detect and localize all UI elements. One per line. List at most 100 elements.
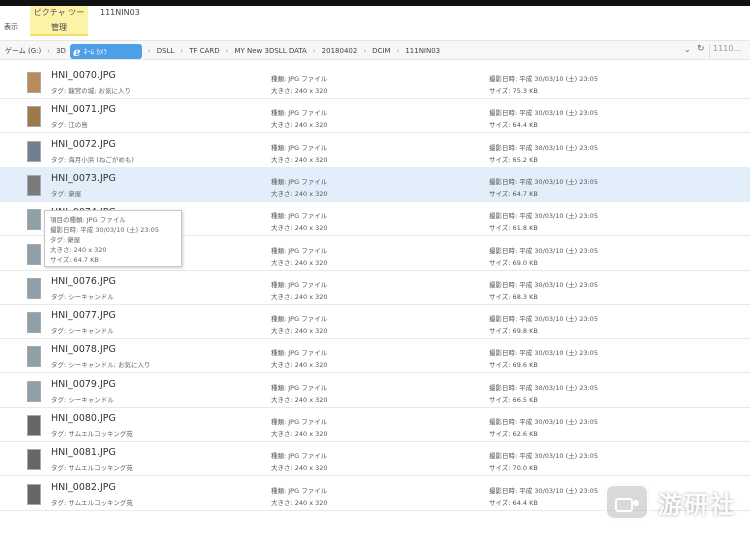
file-name: HNI_0078.JPG: [51, 344, 116, 356]
breadcrumb-item[interactable]: TF CARD: [187, 47, 221, 55]
file-dimensions: 大きさ: 240 x 320: [271, 395, 328, 404]
file-dimensions: 大きさ: 240 x 320: [271, 155, 328, 164]
file-date-taken: 撮影日時: 平成 30/03/10 (土) 23:05: [489, 452, 598, 461]
breadcrumb-item[interactable]: 3D: [54, 47, 68, 55]
watermark: 游研社: [604, 479, 742, 525]
file-date-taken: 撮影日時: 平成 30/03/10 (土) 23:05: [489, 75, 598, 83]
file-size: サイズ: 64.7 KB: [489, 189, 538, 198]
chevron-down-icon[interactable]: ⌄: [684, 45, 691, 54]
file-dimensions: 大きさ: 240 x 320: [271, 498, 328, 507]
file-row[interactable]: HNI_0072.JPG タグ: 海月小浜 (ねごがめも) 種類: JPG ファイル…: [0, 133, 750, 168]
thumbnail-image: [27, 243, 41, 265]
file-type: 種類: JPG ファイル: [271, 452, 328, 461]
file-list: HNI_0070.JPG タグ: 龍宮の城; お気に入り 種類: JPG ファイル大…: [0, 64, 750, 536]
file-name: HNI_0080.JPG: [51, 413, 116, 424]
file-row[interactable]: HNI_0078.JPG タグ: シーキャンドル; お気に入り 種類: JPG ファ…: [0, 338, 750, 374]
file-row[interactable]: HNI_0070.JPG タグ: 龍宮の城; お気に入り 種類: JPG ファイル大…: [0, 64, 750, 99]
file-tooltip: 項目の種類: JPG ファイル 撮影日時: 平成 30/03/10 (土) 23:…: [44, 210, 182, 267]
breadcrumb-separator-icon: ›: [47, 47, 51, 55]
file-type: 種類: JPG ファイル: [271, 212, 328, 221]
file-size: サイズ: 69.8 KB: [489, 327, 538, 336]
file-row[interactable]: HNI_0081.JPG タグ: サムエルコッキング苑 種類: JPG ファイル 大き…: [0, 441, 750, 477]
tab-view[interactable]: 表示: [4, 22, 18, 32]
file-size: サイズ: 70.0 KB: [489, 464, 538, 473]
breadcrumb-separator-icon: ›: [363, 47, 367, 55]
file-date-taken: 撮影日時: 平成 30/03/10 (土) 23:05: [489, 246, 598, 255]
file-size: サイズ: 64.4 KB: [489, 121, 538, 130]
breadcrumb-selected-label: ﾈｰﾑ ｶﾒﾗ: [83, 47, 107, 56]
breadcrumb-item[interactable]: 111NIN03: [403, 47, 442, 55]
file-type: 種類: JPG ファイル: [271, 109, 328, 118]
file-dimensions: 大きさ: 240 x 320: [271, 87, 328, 95]
file-date-taken: 撮影日時: 平成 30/03/10 (土) 23:05: [489, 177, 598, 186]
file-tags: タグ: サムエルコッキング苑: [51, 430, 133, 438]
tooltip-line: タグ: 衆屋: [50, 236, 81, 244]
breadcrumb-separator-icon: ›: [225, 47, 229, 55]
thumbnail-image: [27, 415, 41, 436]
file-tags: タグ: シーキャンドル; お気に入り: [51, 361, 151, 370]
file-date-taken: 撮影日時: 平成 30/03/10 (土) 23:05: [489, 143, 598, 152]
breadcrumb-item[interactable]: 20180402: [320, 47, 360, 55]
file-name: HNI_0079.JPG: [51, 378, 116, 390]
breadcrumb-separator-icon: ›: [396, 47, 400, 55]
breadcrumb-selected[interactable]: ℯ ﾈｰﾑ ｶﾒﾗ: [70, 44, 142, 59]
file-type: 種類: JPG ファイル: [271, 315, 328, 324]
file-size: サイズ: 69.6 KB: [489, 361, 538, 370]
thumbnail-image: [27, 380, 41, 402]
file-dimensions: 大きさ: 240 x 320: [271, 258, 328, 267]
thumbnail-image: [27, 449, 41, 471]
file-tags: タグ: 海月小浜 (ねごがめも): [51, 155, 134, 164]
file-date-taken: 撮影日時: 平成 30/03/10 (土) 23:05: [489, 212, 598, 221]
thumbnail-image: [27, 209, 41, 231]
file-dimensions: 大きさ: 240 x 320: [271, 121, 328, 130]
file-name: HNI_0072.JPG: [51, 138, 116, 150]
file-name: HNI_0077.JPG: [51, 310, 116, 322]
file-size: サイズ: 65.2 KB: [489, 155, 538, 164]
tooltip-line: 項目の種類: JPG ファイル: [50, 216, 126, 224]
file-row[interactable]: HNI_0076.JPG タグ: シーキャンドル 種類: JPG ファイル 大きさ: …: [0, 270, 750, 305]
thumbnail-image: [27, 140, 41, 162]
ribbon: 表示 ピクチャ ツール 管理 111NIN03: [0, 6, 750, 36]
file-tags: タグ: 江の島: [51, 121, 88, 130]
file-dimensions: 大きさ: 240 x 320: [271, 464, 328, 473]
file-name: HNI_0076.JPG: [51, 275, 116, 287]
file-dimensions: 大きさ: 240 x 320: [271, 361, 328, 370]
file-tags: タグ: シーキャンドル: [51, 395, 114, 404]
breadcrumb-item[interactable]: MY New 3DSLL DATA: [232, 47, 308, 55]
file-type: 種類: JPG ファイル: [271, 246, 328, 255]
file-size: サイズ: 66.5 KB: [489, 395, 538, 404]
thumbnail-image: [27, 277, 41, 299]
file-tags: タグ: 衆屋: [51, 189, 82, 198]
file-size: サイズ: 69.0 KB: [489, 258, 538, 267]
file-row[interactable]: HNI_0073.JPG タグ: 衆屋 種類: JPG ファイル 大きさ: 240 x…: [0, 166, 750, 202]
breadcrumb-item[interactable]: DCIM: [370, 47, 392, 55]
tab-picture-tools[interactable]: ピクチャ ツール: [30, 6, 88, 31]
file-name: HNI_0071.JPG: [51, 104, 116, 116]
search-input[interactable]: 1110...: [709, 44, 750, 58]
breadcrumb-item[interactable]: ゲーム (G:): [3, 46, 43, 56]
breadcrumb-item[interactable]: DSLL: [155, 47, 177, 55]
file-name: HNI_0073.JPG: [51, 172, 116, 184]
file-type: 種類: JPG ファイル: [271, 486, 328, 495]
file-date-taken: 撮影日時: 平成 30/03/10 (土) 23:05: [489, 349, 598, 358]
file-dimensions: 大きさ: 240 x 320: [271, 224, 328, 233]
file-row[interactable]: HNI_0080.JPG タグ: サムエルコッキング苑 種類: JPG ファイル 大き…: [0, 407, 750, 442]
file-dimensions: 大きさ: 240 x 320: [271, 327, 328, 336]
file-row[interactable]: HNI_0079.JPG タグ: シーキャンドル 種類: JPG ファイル 大きさ: …: [0, 373, 750, 408]
file-type: 種類: JPG ファイル: [271, 177, 328, 186]
thumbnail-image: [27, 72, 41, 93]
file-tags: タグ: シーキャンドル: [51, 292, 114, 301]
file-date-taken: 撮影日時: 平成 30/03/10 (土) 23:05: [489, 486, 598, 495]
breadcrumb: ゲーム (G:) › 3D › DSLL › TF CARD › MY New 3DSLL DA…: [3, 41, 442, 61]
tooltip-line: サイズ: 64.7 KB: [50, 256, 99, 264]
file-row[interactable]: HNI_0071.JPG タグ: 江の島 種類: JPG ファイル 大きさ: 240 …: [0, 98, 750, 134]
file-date-taken: 撮影日時: 平成 30/03/10 (土) 23:05: [489, 418, 598, 426]
tab-manage[interactable]: 管理: [30, 20, 88, 36]
address-bar[interactable]: ゲーム (G:) › 3D › DSLL › TF CARD › MY New 3DSLL DA…: [0, 40, 750, 60]
file-size: サイズ: 61.8 KB: [489, 224, 538, 233]
file-dimensions: 大きさ: 240 x 320: [271, 189, 328, 198]
file-type: 種類: JPG ファイル: [271, 349, 328, 358]
thumbnail-image: [27, 312, 41, 334]
refresh-icon[interactable]: ↻: [697, 44, 705, 54]
file-row[interactable]: HNI_0077.JPG タグ: シーキャンドル 種類: JPG ファイル 大きさ: …: [0, 304, 750, 340]
